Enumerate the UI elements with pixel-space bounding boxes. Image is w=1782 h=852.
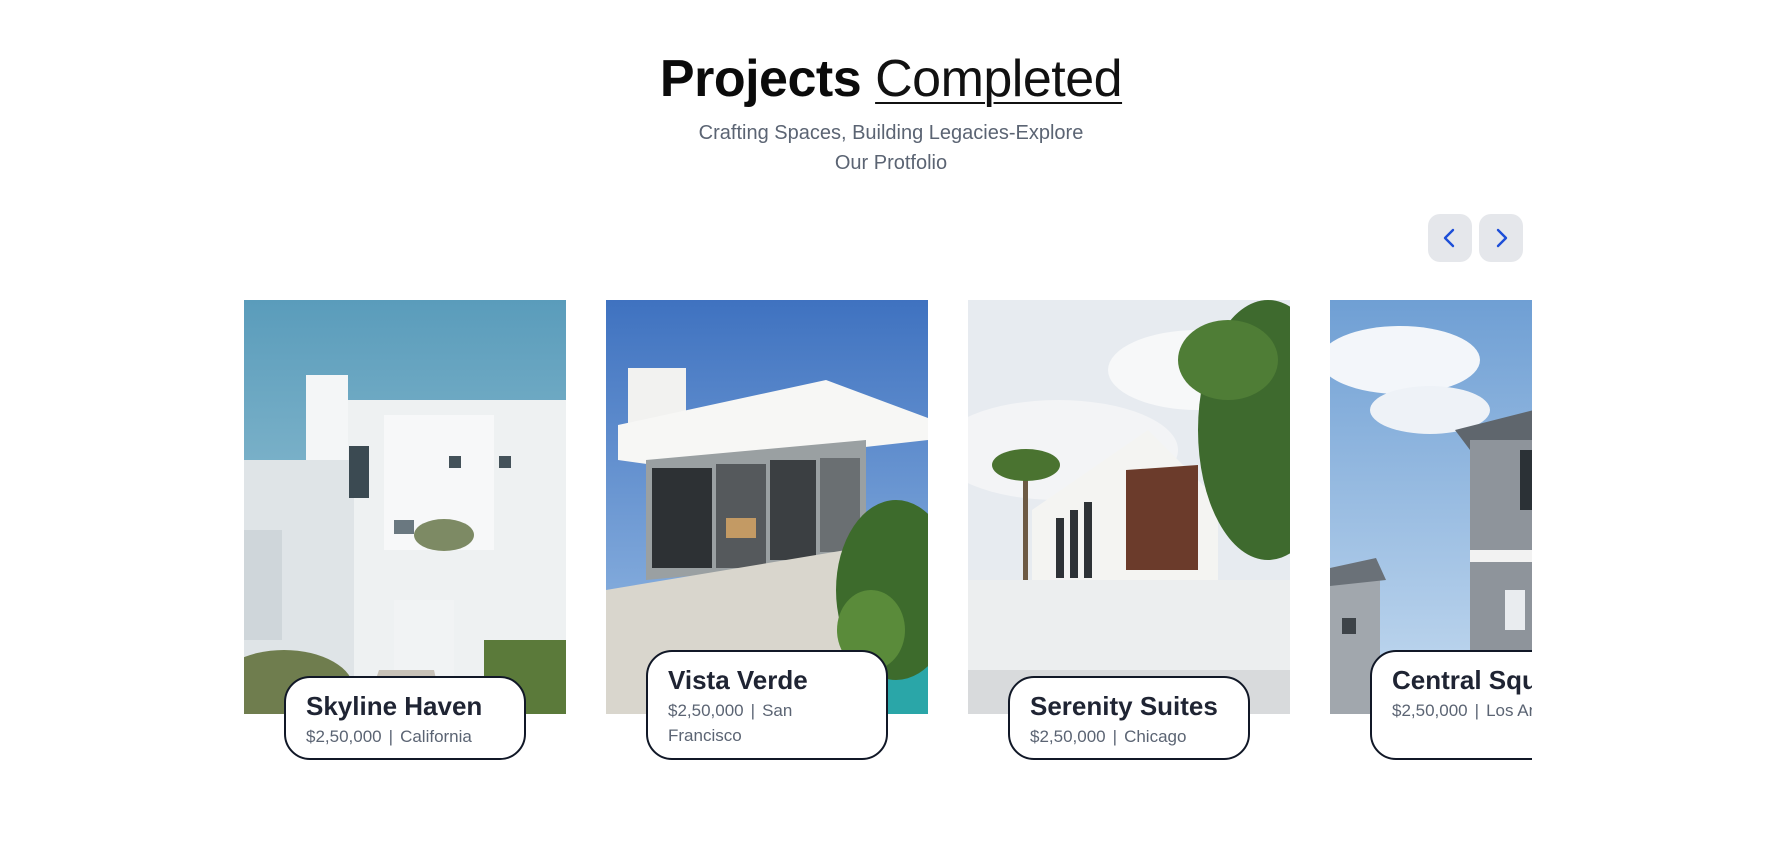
project-info-card: Vista Verde $2,50,000 | San Francisco <box>646 650 888 760</box>
project-location: Los Angeles <box>1486 701 1532 720</box>
project-card[interactable]: Skyline Haven $2,50,000 | California <box>244 300 566 760</box>
project-card[interactable]: Central Square $2,50,000 | Los Angeles <box>1330 300 1532 760</box>
meta-separator: | <box>388 727 394 746</box>
project-name: Central Square <box>1392 665 1532 695</box>
project-name: Serenity Suites <box>1030 691 1218 721</box>
meta-separator: | <box>1474 701 1480 720</box>
project-image <box>244 300 566 714</box>
project-card[interactable]: Vista Verde $2,50,000 | San Francisco <box>606 300 928 760</box>
project-price: $2,50,000 <box>1030 727 1106 746</box>
section-subtitle: Crafting Spaces, Building Legacies-Explo… <box>698 122 1084 174</box>
project-info-card: Central Square $2,50,000 | Los Angeles <box>1370 650 1532 760</box>
section-title: Projects Completed <box>0 48 1782 110</box>
chevron-left-icon <box>1443 228 1455 248</box>
title-bold: Projects <box>659 50 862 108</box>
chevron-right-icon <box>1496 228 1508 248</box>
project-info-card: Skyline Haven $2,50,000 | California <box>284 676 526 760</box>
meta-separator: | <box>750 701 756 720</box>
carousel-prev-button[interactable] <box>1428 214 1472 262</box>
project-info-card: Serenity Suites $2,50,000 | Chicago <box>1008 676 1250 760</box>
project-name: Skyline Haven <box>306 691 483 721</box>
meta-separator: | <box>1112 727 1118 746</box>
project-name: Vista Verde <box>668 665 808 695</box>
project-meta: $2,50,000 | Los Angeles <box>1392 698 1532 723</box>
title-light: Completed <box>875 50 1123 108</box>
carousel-next-button[interactable] <box>1479 214 1523 262</box>
section-header: Projects Completed Crafting Spaces, Buil… <box>0 48 1782 178</box>
project-price: $2,50,000 <box>306 727 382 746</box>
projects-carousel[interactable]: Skyline Haven $2,50,000 | California Vis… <box>244 300 1532 780</box>
project-card[interactable]: Serenity Suites $2,50,000 | Chicago <box>968 300 1290 760</box>
project-location: Chicago <box>1124 727 1187 746</box>
project-meta: $2,50,000 | San Francisco <box>668 698 866 748</box>
project-image <box>968 300 1290 714</box>
project-meta: $2,50,000 | Chicago <box>1030 724 1228 749</box>
project-meta: $2,50,000 | California <box>306 724 504 749</box>
project-location: California <box>400 727 472 746</box>
project-price: $2,50,000 <box>1392 701 1468 720</box>
project-price: $2,50,000 <box>668 701 744 720</box>
